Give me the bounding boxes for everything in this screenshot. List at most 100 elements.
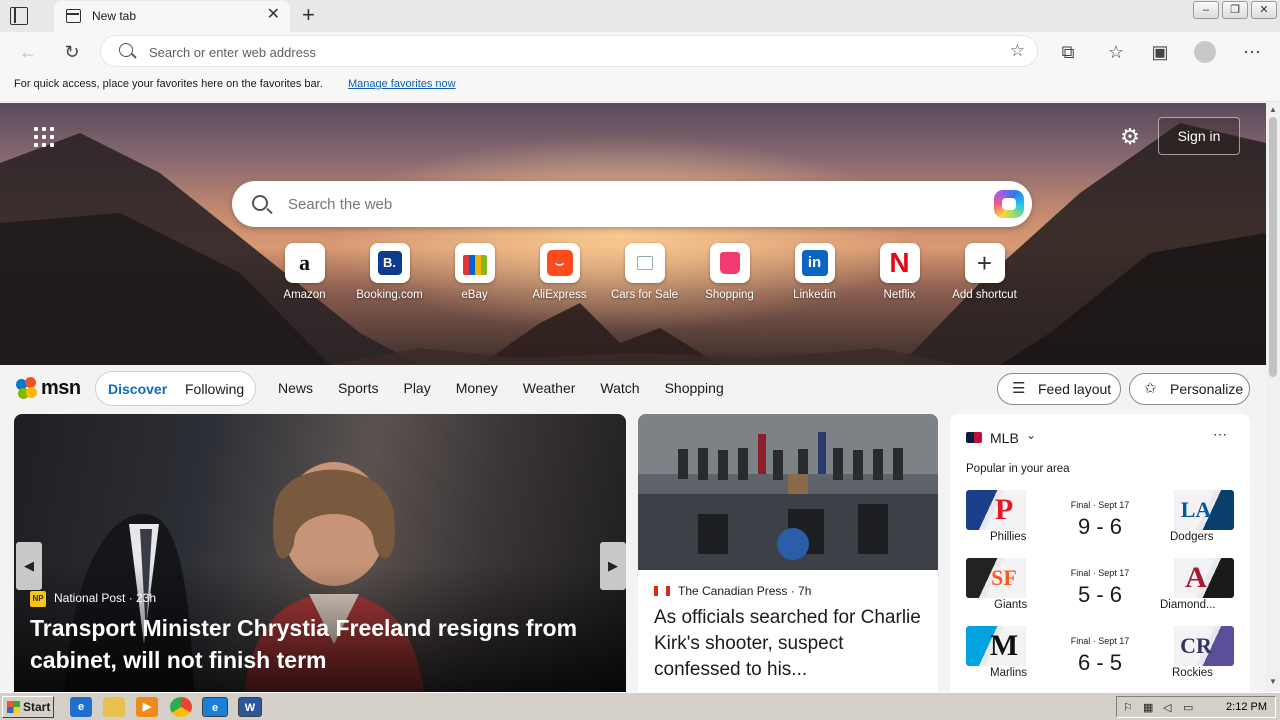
game-row[interactable]: P Phillies Final · Sept 17 9 - 6 LA Dodg… (966, 490, 1234, 550)
scroll-up-arrow-icon[interactable]: ▲ (1269, 105, 1277, 114)
more-options-icon[interactable]: ⋯ (1213, 426, 1228, 443)
hero-news-card[interactable]: ◀ ▶ NP National Post · 23h Transport Min… (14, 414, 626, 694)
copilot-icon[interactable] (994, 190, 1024, 218)
minimize-button[interactable]: – (1193, 1, 1219, 19)
shortcut-shopping[interactable]: Shopping (687, 243, 772, 301)
rockies-glyph: CR (1180, 633, 1212, 658)
feed-layout-label: Feed layout (1038, 381, 1112, 397)
shortcut-amazon[interactable]: a Amazon (262, 243, 347, 301)
folder-icon[interactable] (103, 697, 125, 717)
start-label: Start (23, 700, 51, 714)
nav-play[interactable]: Play (403, 380, 430, 396)
game-row[interactable]: M Marlins Final · Sept 17 6 - 5 CR Rocki… (966, 626, 1234, 686)
network-icon[interactable]: ▦ (1143, 701, 1157, 714)
browser-toolbar: ← ↻ ☆ ⧉ ☆ ▣ ⋯ (0, 32, 1280, 72)
sliders-icon: ☰ (1012, 380, 1026, 397)
add-favorite-star-icon[interactable]: ☆ (1010, 41, 1025, 61)
personalize-button[interactable]: ✩ Personalize (1129, 373, 1250, 405)
news-card[interactable]: The Canadian Press · 7h As officials sea… (638, 414, 938, 694)
diamondbacks-glyph: A (1185, 561, 1207, 594)
collections-icon[interactable]: ▣ (1148, 40, 1172, 64)
diamondbacks-logo: A (1174, 558, 1234, 598)
scroll-thumb[interactable] (1269, 117, 1277, 377)
tab-new-tab[interactable]: New tab ✕ (54, 1, 290, 32)
web-search-input[interactable] (288, 194, 968, 214)
scroll-down-arrow-icon[interactable]: ▼ (1269, 677, 1277, 686)
favorites-icon[interactable]: ☆ (1104, 40, 1128, 64)
volume-icon[interactable]: ◁ (1163, 701, 1177, 714)
shortcut-ebay[interactable]: eBay (432, 243, 517, 301)
start-button[interactable]: Start (2, 696, 54, 718)
nav-sports[interactable]: Sports (338, 380, 378, 396)
shortcut-label: eBay (461, 289, 488, 301)
tab-discover[interactable]: Discover (108, 381, 167, 397)
carousel-prev-button[interactable]: ◀ (16, 542, 42, 590)
manage-favorites-link[interactable]: Manage favorites now (348, 78, 456, 90)
game-score: 6 - 5 (1077, 650, 1123, 675)
sign-in-button[interactable]: Sign in (1158, 117, 1240, 155)
game-row[interactable]: SF Giants Final · Sept 17 5 - 6 A Diamon… (966, 558, 1234, 618)
nav-shopping[interactable]: Shopping (665, 380, 724, 396)
edge-icon[interactable]: e (202, 697, 228, 717)
mlb-scores-card: MLB ⌄ ⋯ Popular in your area P Phillies … (950, 414, 1250, 694)
dodgers-glyph: LA (1180, 497, 1212, 522)
more-menu-icon[interactable]: ⋯ (1240, 40, 1264, 64)
ebay-bag-icon (454, 243, 495, 283)
shortcut-label: Cars for Sale (610, 289, 679, 301)
hero-headline[interactable]: Transport Minister Chrystia Freeland res… (30, 612, 600, 676)
shortcut-booking[interactable]: B. Booking.com (347, 243, 432, 301)
settings-gear-icon[interactable]: ⚙ (1118, 125, 1142, 149)
shortcut-cars-for-sale[interactable]: Cars for Sale (602, 243, 687, 301)
back-arrow-icon[interactable]: ← (16, 40, 40, 64)
close-window-button[interactable]: ✕ (1251, 1, 1277, 19)
news-headline[interactable]: As officials searched for Charlie Kirk's… (654, 605, 924, 683)
restore-button[interactable]: ❐ (1222, 1, 1248, 19)
ie-icon[interactable]: e (70, 697, 92, 717)
shortcut-aliexpress[interactable]: ⌣ AliExpress (517, 243, 602, 301)
away-team-name: Rockies (1172, 667, 1213, 679)
msn-nav-bar: msn Discover Following News Sports Play … (0, 365, 1266, 413)
nav-watch[interactable]: Watch (600, 380, 639, 396)
tab-actions-icon[interactable] (10, 7, 28, 25)
web-search-box[interactable] (232, 181, 1032, 227)
msn-logo[interactable]: msn (16, 375, 81, 401)
media-player-icon[interactable]: ▶ (136, 697, 158, 717)
tab-following[interactable]: Following (185, 381, 244, 397)
nav-news[interactable]: News (278, 380, 313, 396)
windows-flag-icon (7, 701, 20, 713)
shortcut-add[interactable]: + Add shortcut (942, 243, 1027, 301)
game-score: 5 - 6 (1077, 582, 1123, 607)
msn-butterfly-icon (16, 377, 38, 399)
feed-layout-button[interactable]: ☰ Feed layout (997, 373, 1121, 405)
extensions-puzzle-icon[interactable]: ⧉ (1056, 40, 1080, 64)
flag-notification-icon[interactable]: ⚐ (1123, 701, 1137, 714)
address-bar[interactable]: ☆ (100, 35, 1038, 67)
page-scrollbar[interactable]: ▲ ▼ (1266, 103, 1280, 691)
refresh-icon[interactable]: ↻ (60, 40, 84, 64)
display-icon[interactable]: ▭ (1183, 701, 1197, 714)
shortcut-linkedin[interactable]: in Linkedin (772, 243, 857, 301)
close-tab-icon[interactable]: ✕ (267, 7, 280, 23)
chrome-icon[interactable] (170, 697, 192, 717)
national-post-logo-icon: NP (30, 591, 46, 607)
mlb-subtitle: Popular in your area (966, 463, 1070, 475)
shortcut-netflix[interactable]: N Netflix (857, 243, 942, 301)
new-tab-button[interactable]: + (302, 4, 315, 26)
nav-money[interactable]: Money (456, 380, 498, 396)
away-team-name: Dodgers (1170, 531, 1214, 543)
shortcut-label: Linkedin (793, 289, 836, 301)
aliexpress-icon: ⌣ (539, 243, 580, 283)
chevron-down-icon[interactable]: ⌄ (1026, 428, 1036, 442)
shortcut-label: Amazon (283, 289, 326, 301)
word-icon[interactable]: W (238, 697, 262, 717)
window-controls: – ❐ ✕ (1193, 0, 1280, 20)
apps-grid-icon[interactable] (34, 127, 54, 147)
shortcut-label: Netflix (883, 289, 916, 301)
nav-weather[interactable]: Weather (523, 380, 576, 396)
taskbar-clock: 2:12 PM (1226, 701, 1267, 713)
carousel-next-button[interactable]: ▶ (600, 542, 626, 590)
netflix-icon: N (879, 243, 920, 283)
mlb-title[interactable]: MLB (990, 430, 1019, 446)
profile-avatar[interactable] (1194, 41, 1216, 63)
address-input[interactable] (149, 42, 969, 62)
